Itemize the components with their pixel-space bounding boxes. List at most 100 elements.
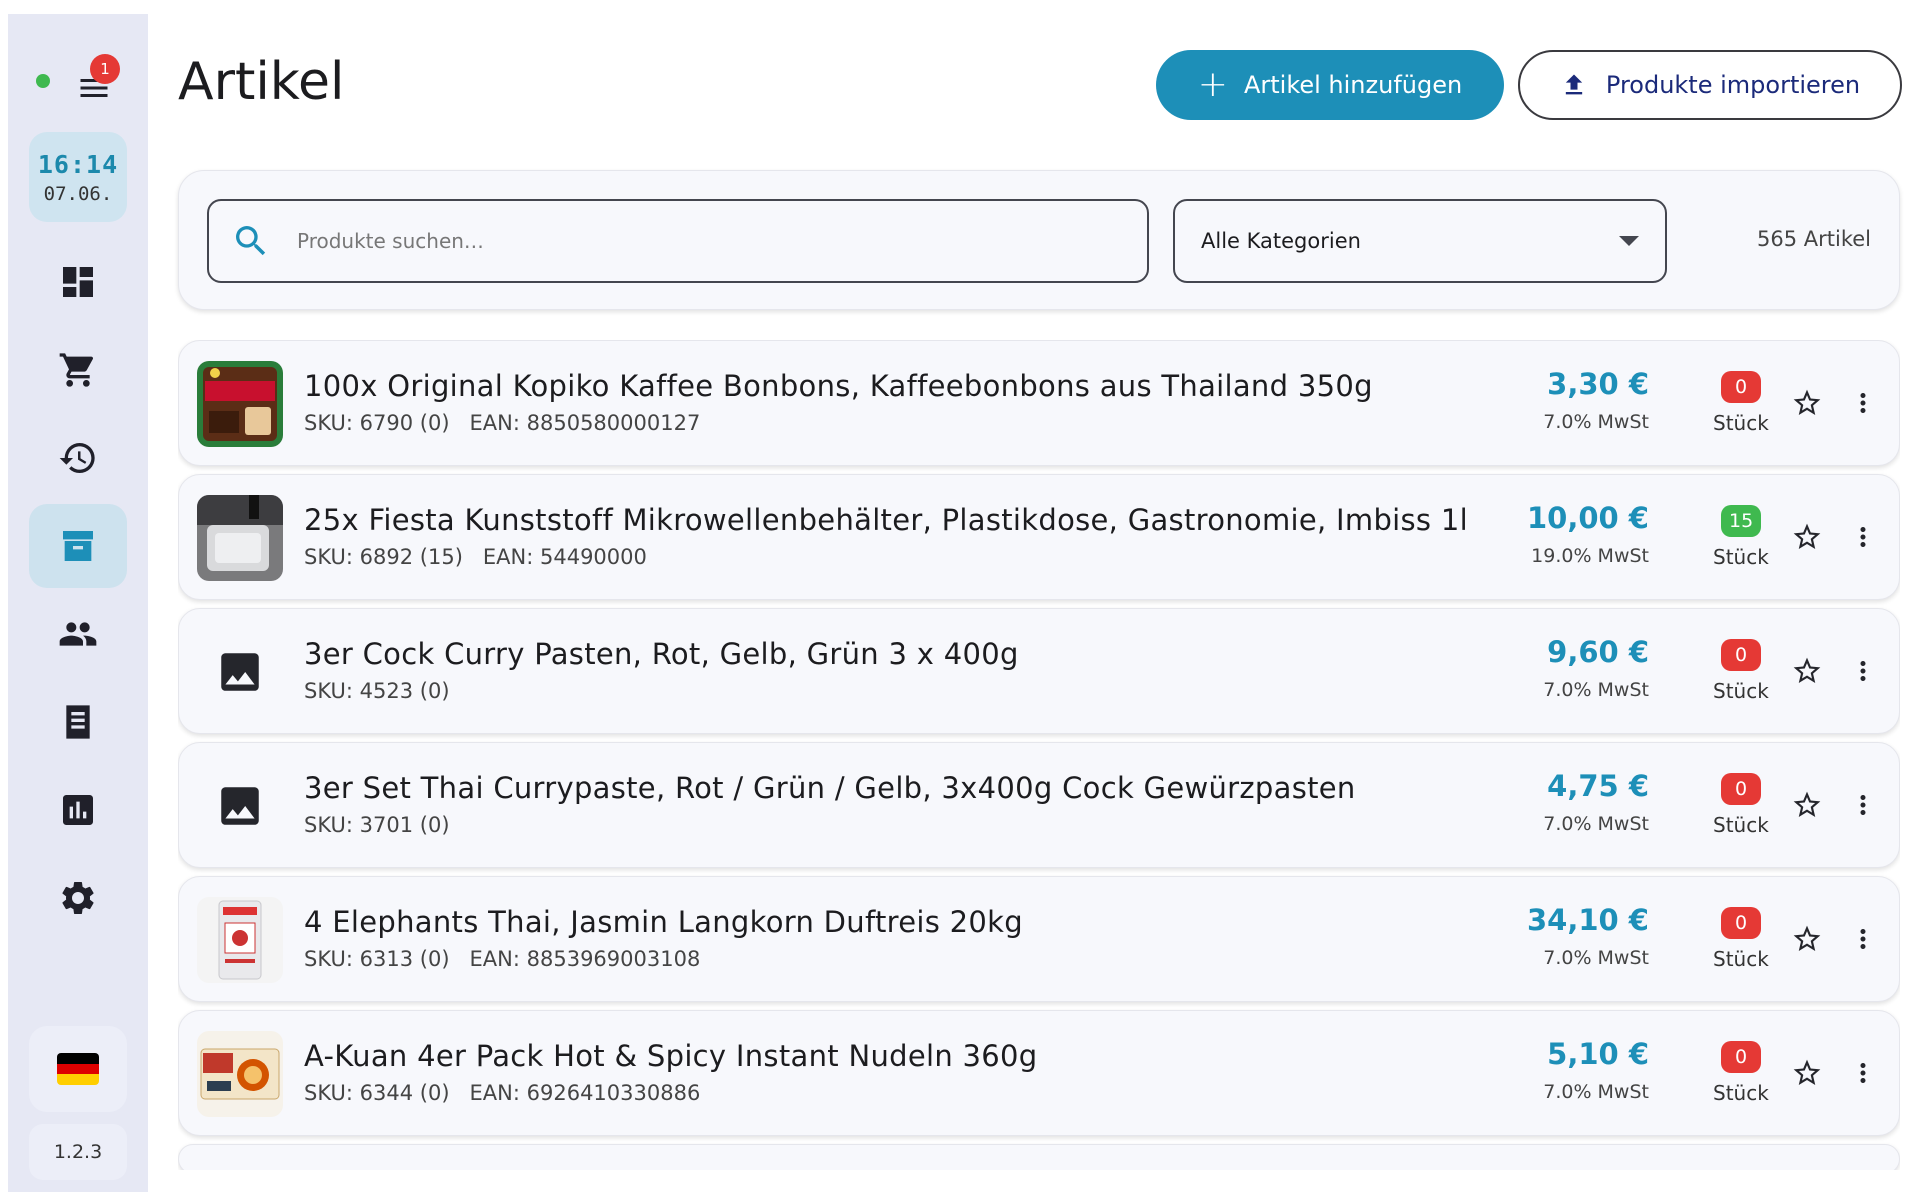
product-meta: SKU: 4523 (0) (304, 679, 450, 703)
product-row[interactable]: A-Kuan 4er Pack Hot & Spicy Instant Nude… (178, 1010, 1900, 1136)
stock-unit: Stück (1713, 947, 1769, 971)
favorite-button[interactable] (1787, 785, 1827, 825)
product-row[interactable]: 100x Original Kopiko Kaffee Bonbons, Kaf… (178, 340, 1900, 466)
stock-badge: 0 (1721, 773, 1761, 805)
product-vat: 7.0% MwSt (1543, 1081, 1649, 1103)
add-article-button[interactable]: + Artikel hinzufügen (1156, 50, 1504, 120)
star-outline-icon (1793, 657, 1821, 683)
product-image-placeholder (197, 629, 283, 715)
search-icon (236, 226, 266, 256)
sidebar-top: 1 (8, 14, 148, 124)
stock-unit: Stück (1713, 813, 1769, 837)
settings-icon (62, 882, 94, 914)
nav-customers[interactable] (29, 592, 127, 676)
product-vat: 7.0% MwSt (1543, 947, 1649, 969)
more-options-button[interactable] (1843, 919, 1883, 959)
sidebar: 1 16:14 07.06. 1.2.3 (8, 14, 148, 1192)
star-outline-icon (1793, 1059, 1821, 1085)
stock-unit: Stück (1713, 545, 1769, 569)
product-price: 9,60 € (1547, 635, 1649, 669)
stock-unit: Stück (1713, 411, 1769, 435)
more-options-button[interactable] (1843, 517, 1883, 557)
product-price: 10,00 € (1526, 501, 1649, 535)
product-row[interactable]: 3er Set Thai Currypaste, Rot / Grün / Ge… (178, 742, 1900, 868)
nav-receipts[interactable] (29, 680, 127, 764)
product-name: 3er Cock Curry Pasten, Rot, Gelb, Grün 3… (304, 637, 1019, 671)
product-price: 5,10 € (1547, 1037, 1649, 1071)
product-vat: 7.0% MwSt (1543, 679, 1649, 701)
import-products-button[interactable]: Produkte importieren (1518, 50, 1902, 120)
favorite-button[interactable] (1787, 1053, 1827, 1093)
more-vert-icon (1860, 527, 1866, 547)
favorite-button[interactable] (1787, 651, 1827, 691)
product-name: 4 Elephants Thai, Jasmin Langkorn Duftre… (304, 905, 1023, 939)
add-article-label: Artikel hinzufügen (1243, 71, 1463, 99)
favorite-button[interactable] (1787, 383, 1827, 423)
search-box[interactable] (207, 199, 1149, 283)
product-ean: EAN: 8853969003108 (469, 947, 701, 971)
german-flag-icon (57, 1053, 99, 1085)
stock-badge: 0 (1721, 907, 1761, 939)
star-outline-icon (1793, 925, 1821, 951)
plus-icon: + (1197, 64, 1228, 105)
star-outline-icon (1793, 791, 1821, 817)
category-select[interactable]: Alle Kategorien (1173, 199, 1667, 283)
product-vat: 7.0% MwSt (1543, 411, 1649, 433)
people-icon (59, 622, 97, 646)
category-select-value: Alle Kategorien (1201, 229, 1361, 253)
more-options-button[interactable] (1843, 383, 1883, 423)
search-input[interactable] (297, 229, 1097, 253)
dropdown-arrow-icon (1619, 236, 1639, 246)
stock-unit: Stück (1713, 1081, 1769, 1105)
page-title: Artikel (178, 52, 345, 112)
more-vert-icon (1860, 661, 1866, 681)
product-sku: SKU: 6344 (0) (304, 1081, 450, 1105)
online-status-dot (36, 74, 50, 88)
stock-badge: 0 (1721, 371, 1761, 403)
receipt-icon (66, 705, 90, 739)
product-image-placeholder (197, 763, 283, 849)
notification-badge: 1 (90, 54, 120, 84)
article-count: 565 Artikel (1757, 227, 1871, 251)
nav-settings[interactable] (29, 856, 127, 940)
product-price: 34,10 € (1526, 903, 1649, 937)
product-meta: SKU: 6790 (0) EAN: 8850580000127 (304, 411, 700, 435)
product-ean: EAN: 8850580000127 (469, 411, 701, 435)
archive-icon (63, 531, 93, 561)
product-sku: SKU: 6790 (0) (304, 411, 450, 435)
dashboard-icon (63, 267, 93, 297)
product-row[interactable]: 4 Elephants Thai, Jasmin Langkorn Duftre… (178, 876, 1900, 1002)
more-vert-icon (1860, 795, 1866, 815)
nav-statistics[interactable] (29, 768, 127, 852)
image-placeholder-icon (221, 653, 259, 691)
bar-chart-icon (63, 795, 93, 825)
nav-dashboard[interactable] (29, 240, 127, 324)
more-options-button[interactable] (1843, 1053, 1883, 1093)
favorite-button[interactable] (1787, 517, 1827, 557)
more-options-button[interactable] (1843, 785, 1883, 825)
product-vat: 7.0% MwSt (1543, 813, 1649, 835)
nav-articles[interactable] (29, 504, 127, 588)
product-row[interactable]: 25x Fiesta Kunststoff Mikrowellenbehälte… (178, 474, 1900, 600)
product-name: 25x Fiesta Kunststoff Mikrowellenbehälte… (304, 503, 1468, 537)
more-vert-icon (1860, 393, 1866, 413)
stock-badge: 0 (1721, 1041, 1761, 1073)
upload-icon (1565, 74, 1583, 95)
language-button[interactable] (29, 1026, 127, 1112)
clock-time: 16:14 (37, 149, 119, 179)
product-meta: SKU: 6313 (0) EAN: 8853969003108 (304, 947, 700, 971)
nav-history[interactable] (29, 416, 127, 500)
product-name: A-Kuan 4er Pack Hot & Spicy Instant Nude… (304, 1039, 1038, 1073)
star-outline-icon (1793, 523, 1821, 549)
history-icon (59, 443, 95, 473)
favorite-button[interactable] (1787, 919, 1827, 959)
product-name: 3er Set Thai Currypaste, Rot / Grün / Ge… (304, 771, 1356, 805)
product-meta: SKU: 3701 (0) (304, 813, 450, 837)
product-row[interactable]: 3er Cock Curry Pasten, Rot, Gelb, Grün 3… (178, 608, 1900, 734)
import-products-label: Produkte importieren (1605, 71, 1861, 99)
nav-cart[interactable] (29, 328, 127, 412)
filter-card: Alle Kategorien 565 Artikel (178, 170, 1900, 310)
more-options-button[interactable] (1843, 651, 1883, 691)
image-placeholder-icon (221, 787, 259, 825)
product-ean: EAN: 54490000 (482, 545, 647, 569)
